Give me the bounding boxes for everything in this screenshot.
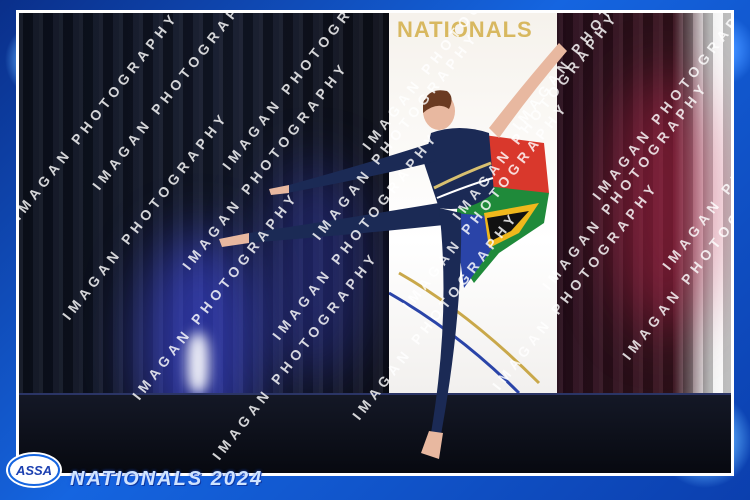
event-title: NATIONALS 2024	[70, 468, 264, 490]
dancer-figure	[219, 43, 567, 459]
assa-logo-text: ASSA	[15, 463, 52, 478]
photo-frame: NATIONALS IMAGAN PHOTOGRAPHY IMAGAN PHOT…	[0, 0, 750, 500]
assa-logo: ASSA	[6, 452, 62, 488]
stage-photo: NATIONALS IMAGAN PHOTOGRAPHY IMAGAN PHOT…	[16, 10, 734, 476]
